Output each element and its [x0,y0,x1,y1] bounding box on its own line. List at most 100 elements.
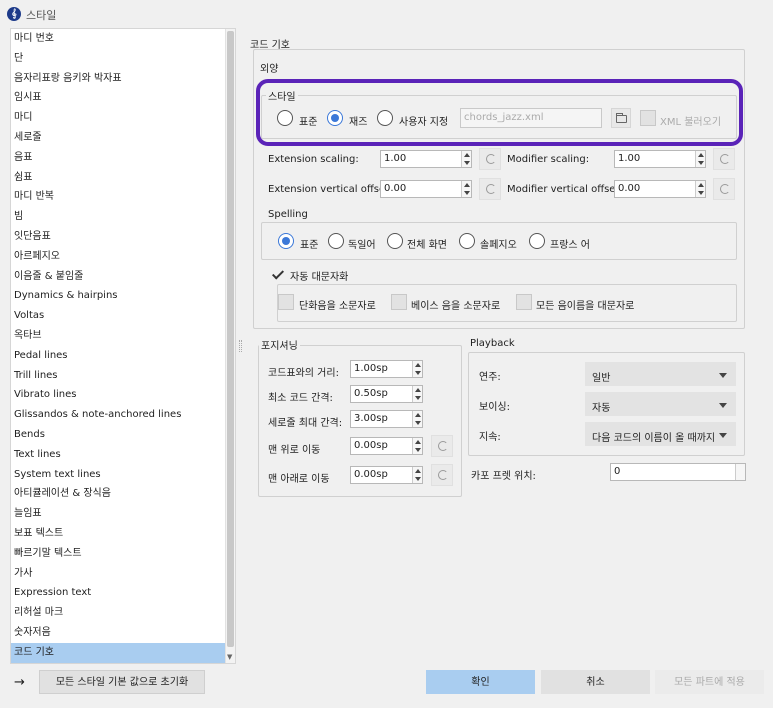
style-category-list[interactable]: 마디 번호 단 음자리표랑 음키와 박자표 임시표 마디 세로줄 음표 쉼표 마디 반복 빔 잇단음… [10,28,236,664]
sidebar-item[interactable]: 세로줄 [11,128,225,148]
modifier-offset-label: Modifier vertical offset: [507,184,623,195]
positioning-row-spinbox[interactable]: 0.00sp [350,466,423,484]
style-file-field[interactable]: chords_jazz.xml [460,108,602,128]
auto-capitalize-checkbox[interactable] [269,266,285,282]
style-standard-radio[interactable] [277,110,293,126]
splitter-handle[interactable] [239,340,242,352]
spelling-title: Spelling [268,209,308,220]
spelling-full-radio[interactable] [387,233,403,249]
sidebar-item[interactable]: 이음줄 & 붙임줄 [11,267,225,287]
load-xml-checkbox[interactable] [640,110,656,126]
reset-all-styles-button[interactable]: 모든 스타일 기본 값으로 초기화 [39,670,205,694]
sidebar-item[interactable]: 보표 텍스트 [11,524,225,544]
capo-spinbox[interactable]: 0 [610,463,746,481]
reset-icon [720,184,730,194]
spelling-french-radio[interactable] [529,233,545,249]
positioning-row-spinbox[interactable]: 0.00sp [350,437,423,455]
sidebar-item[interactable]: Dynamics & hairpins [11,286,225,306]
chevron-down-icon [719,433,727,438]
all-caps-label: 모든 음이름을 대문자로 [536,301,635,312]
sidebar-item[interactable]: Vibrato lines [11,385,225,405]
extension-offset-spinbox[interactable]: 0.00 [380,180,472,198]
sidebar-item[interactable]: Trill lines [11,366,225,386]
positioning-reset-button[interactable] [431,435,453,457]
sidebar-item[interactable]: 옥타브 [11,326,225,346]
playback-row-dropdown[interactable]: 다음 코드의 이름이 올 때까지 [585,422,736,446]
extension-scaling-reset-button[interactable] [479,148,501,170]
sidebar-item[interactable]: 쉼표 [11,168,225,188]
browse-button[interactable] [611,108,631,128]
sidebar-item[interactable]: 음자리표랑 음키와 박자표 [11,69,225,89]
positioning-reset-button[interactable] [431,464,453,486]
spelling-german-radio[interactable] [328,233,344,249]
spelling-solfeggio-radio[interactable] [459,233,475,249]
style-standard-label: 표준 [299,117,318,128]
musescore-logo-icon: 𝄞 [7,7,21,21]
style-jazz-radio[interactable] [327,110,343,126]
style-jazz-label: 재즈 [349,117,368,128]
sidebar-item[interactable]: 단 [11,49,225,69]
apply-to-all-parts-button[interactable]: 모든 파트에 적용 [655,670,764,694]
positioning-row-label: 세로줄 최대 간격: [268,418,343,429]
sidebar-item[interactable]: 빔 [11,207,225,227]
sidebar-scrollbar[interactable]: ▼ [225,29,235,663]
sidebar-item[interactable]: 임시표 [11,88,225,108]
sidebar-item[interactable]: Voltas [11,306,225,326]
sidebar-item[interactable]: System text lines [11,465,225,485]
playback-row-dropdown[interactable]: 자동 [585,392,736,416]
positioning-row-label: 최소 코드 간격: [268,393,333,404]
chevron-down-icon [719,403,727,408]
ok-button[interactable]: 확인 [426,670,535,694]
modifier-scaling-spinbox[interactable]: 1.00 [614,150,706,168]
sidebar-item[interactable]: Bends [11,425,225,445]
extension-offset-reset-button[interactable] [479,178,501,200]
playback-row-label: 보이싱: [479,402,510,413]
sidebar-item[interactable]: Pedal lines [11,346,225,366]
positioning-row-spinbox[interactable]: 3.00sp [350,410,423,428]
sidebar-item[interactable]: 아르페지오 [11,247,225,267]
sidebar-item[interactable]: 아티큘레이션 & 장식음 [11,484,225,504]
sidebar-item[interactable]: Text lines [11,445,225,465]
sidebar-item[interactable]: 가사 [11,564,225,584]
sidebar-item[interactable]: 빠르기말 텍스트 [11,544,225,564]
sidebar-item[interactable]: 리허설 마크 [11,603,225,623]
lowercase-bass-checkbox[interactable] [391,294,407,310]
extension-scaling-spinbox[interactable]: 1.00 [380,150,472,168]
sidebar-item[interactable]: 마디 [11,108,225,128]
sidebar-item[interactable]: 음표 [11,148,225,168]
folder-icon [616,113,627,123]
auto-capitalize-label: 자동 대문자화 [290,272,349,283]
spelling-standard-radio[interactable] [278,233,294,249]
load-xml-label: XML 불러오기 [660,117,722,128]
sidebar-item[interactable]: Expression text [11,583,225,603]
reset-icon [438,441,448,451]
sidebar-item[interactable]: 늘임표 [11,504,225,524]
sidebar-item[interactable]: 잇단음표 [11,227,225,247]
chord-symbols-panel: 코드 기호 외양 스타일 표준 재즈 사용자 지정 chords_jazz.xm… [247,28,768,664]
cancel-button[interactable]: 취소 [541,670,650,694]
sidebar-item[interactable]: Glissandos & note-anchored lines [11,405,225,425]
positioning-row-spinbox[interactable]: 1.00sp [350,360,423,378]
sidebar-item[interactable]: 마디 반복 [11,187,225,207]
scroll-down-icon[interactable]: ▼ [227,653,232,661]
positioning-row-label: 코드표와의 거리: [268,368,339,379]
scrollbar-thumb[interactable] [227,31,234,647]
modifier-offset-spinbox[interactable]: 0.00 [614,180,706,198]
all-caps-checkbox[interactable] [516,294,532,310]
arrow-right-icon: → [14,675,25,690]
positioning-row-spinbox[interactable]: 0.50sp [350,385,423,403]
sidebar-item[interactable]: 마디 번호 [11,29,225,49]
appearance-title: 외양 [258,60,281,75]
positioning-row-label: 맨 아래로 이동 [268,474,330,485]
playback-row-dropdown[interactable]: 일반 [585,362,736,386]
sidebar-item[interactable]: 코드 기호 [11,642,225,663]
window-title: 스타일 [26,9,57,22]
sidebar-item[interactable]: 숫자저음 [11,623,225,643]
lowercase-minor-checkbox[interactable] [278,294,294,310]
modifier-offset-reset-button[interactable] [713,178,735,200]
style-custom-radio[interactable] [377,110,393,126]
playback-row-label: 연주: [479,372,501,383]
reset-icon [438,470,448,480]
modifier-scaling-reset-button[interactable] [713,148,735,170]
playback-title: Playback [468,338,517,349]
